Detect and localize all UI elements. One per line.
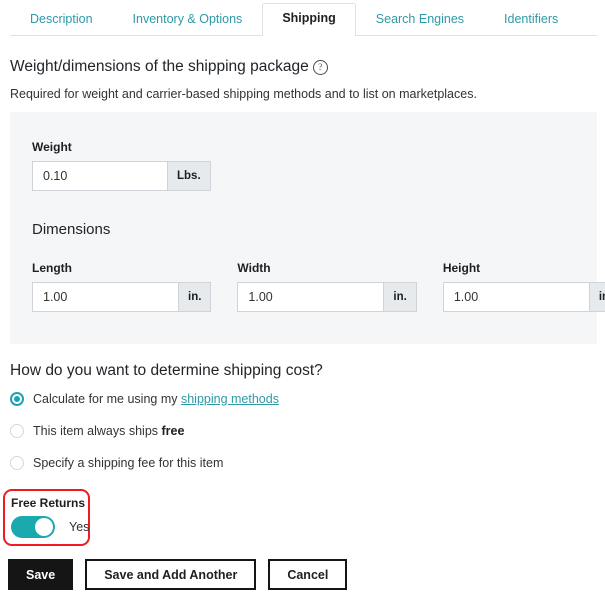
dimensions-row: Length 1.00 in. Width 1.00 in. Height 1.… bbox=[32, 261, 605, 312]
shipping-cost-question: How do you want to determine shipping co… bbox=[10, 362, 323, 379]
dimensions-group: Dimensions Length 1.00 in. Width 1.00 in… bbox=[32, 220, 605, 312]
radio-calculate-label: Calculate for me using my shipping metho… bbox=[33, 391, 279, 407]
cancel-button[interactable]: Cancel bbox=[268, 559, 348, 590]
shipping-package-panel: Weight 0.10 Lbs. Dimensions Length 1.00 … bbox=[10, 112, 605, 344]
shipping-cost-radio-group: Calculate for me using my shipping metho… bbox=[10, 386, 279, 482]
tab-list: Description Inventory & Options Shipping… bbox=[10, 0, 578, 37]
section-header: Weight/dimensions of the shipping packag… bbox=[10, 57, 605, 77]
free-returns-toggle-row: Yes bbox=[11, 516, 89, 538]
radio-free-label: This item always ships free bbox=[33, 423, 184, 439]
tab-shipping[interactable]: Shipping bbox=[262, 3, 356, 37]
shipping-methods-link[interactable]: shipping methods bbox=[181, 392, 279, 406]
length-input[interactable]: 1.00 bbox=[32, 282, 178, 312]
tab-description[interactable]: Description bbox=[10, 3, 113, 36]
weight-field-group: Weight 0.10 Lbs. bbox=[32, 140, 211, 191]
height-label: Height bbox=[442, 261, 481, 275]
tab-inventory-options[interactable]: Inventory & Options bbox=[113, 3, 263, 36]
section-subtitle: Required for weight and carrier-based sh… bbox=[10, 87, 477, 101]
radio-free-emphasis: free bbox=[161, 423, 185, 438]
tab-identifiers[interactable]: Identifiers bbox=[484, 3, 578, 36]
radio-calculate-indicator[interactable] bbox=[10, 391, 24, 406]
height-input[interactable]: 1.00 bbox=[442, 282, 589, 312]
length-label: Length bbox=[32, 261, 72, 275]
dimensions-title: Dimensions bbox=[32, 221, 111, 238]
tab-bar: Description Inventory & Options Shipping… bbox=[0, 0, 605, 37]
free-returns-label: Free Returns bbox=[11, 496, 86, 510]
width-input[interactable]: 1.00 bbox=[237, 282, 384, 312]
free-returns-toggle-state: Yes bbox=[69, 520, 90, 534]
radio-calculate-text: Calculate for me using my bbox=[33, 391, 181, 406]
radio-specify-label: Specify a shipping fee for this item bbox=[33, 455, 224, 470]
height-input-group: 1.00 in. bbox=[442, 282, 605, 312]
help-circle-icon[interactable]: ? bbox=[312, 60, 328, 75]
radio-free-indicator[interactable] bbox=[10, 423, 24, 438]
height-unit-in: in. bbox=[588, 282, 605, 312]
weight-input-group: 0.10 Lbs. bbox=[32, 161, 211, 191]
tab-search-engines[interactable]: Search Engines bbox=[356, 3, 484, 36]
save-button[interactable]: Save bbox=[8, 559, 74, 590]
form-actions: Save Save and Add Another Cancel bbox=[8, 559, 359, 590]
toggle-knob bbox=[35, 518, 53, 536]
weight-label: Weight bbox=[32, 140, 72, 154]
width-field-group: Width 1.00 in. bbox=[237, 261, 417, 312]
save-and-add-another-button[interactable]: Save and Add Another bbox=[85, 559, 257, 590]
height-field-group: Height 1.00 in. bbox=[442, 261, 605, 312]
radio-option-free[interactable]: This item always ships free bbox=[10, 418, 279, 443]
weight-unit-lbs: Lbs. bbox=[167, 161, 211, 191]
free-returns-toggle[interactable] bbox=[11, 516, 55, 538]
weight-input[interactable]: 0.10 bbox=[32, 161, 167, 191]
width-label: Width bbox=[237, 261, 271, 275]
page-title: Weight/dimensions of the shipping packag… bbox=[10, 58, 309, 75]
length-unit-in: in. bbox=[178, 282, 212, 312]
radio-free-text: This item always ships bbox=[33, 423, 162, 438]
width-unit-in: in. bbox=[383, 282, 417, 312]
length-field-group: Length 1.00 in. bbox=[32, 261, 212, 312]
width-input-group: 1.00 in. bbox=[237, 282, 417, 312]
radio-option-specify[interactable]: Specify a shipping fee for this item bbox=[10, 450, 279, 475]
radio-specify-indicator[interactable] bbox=[10, 455, 24, 470]
length-input-group: 1.00 in. bbox=[32, 282, 212, 312]
radio-option-calculate[interactable]: Calculate for me using my shipping metho… bbox=[10, 386, 279, 411]
